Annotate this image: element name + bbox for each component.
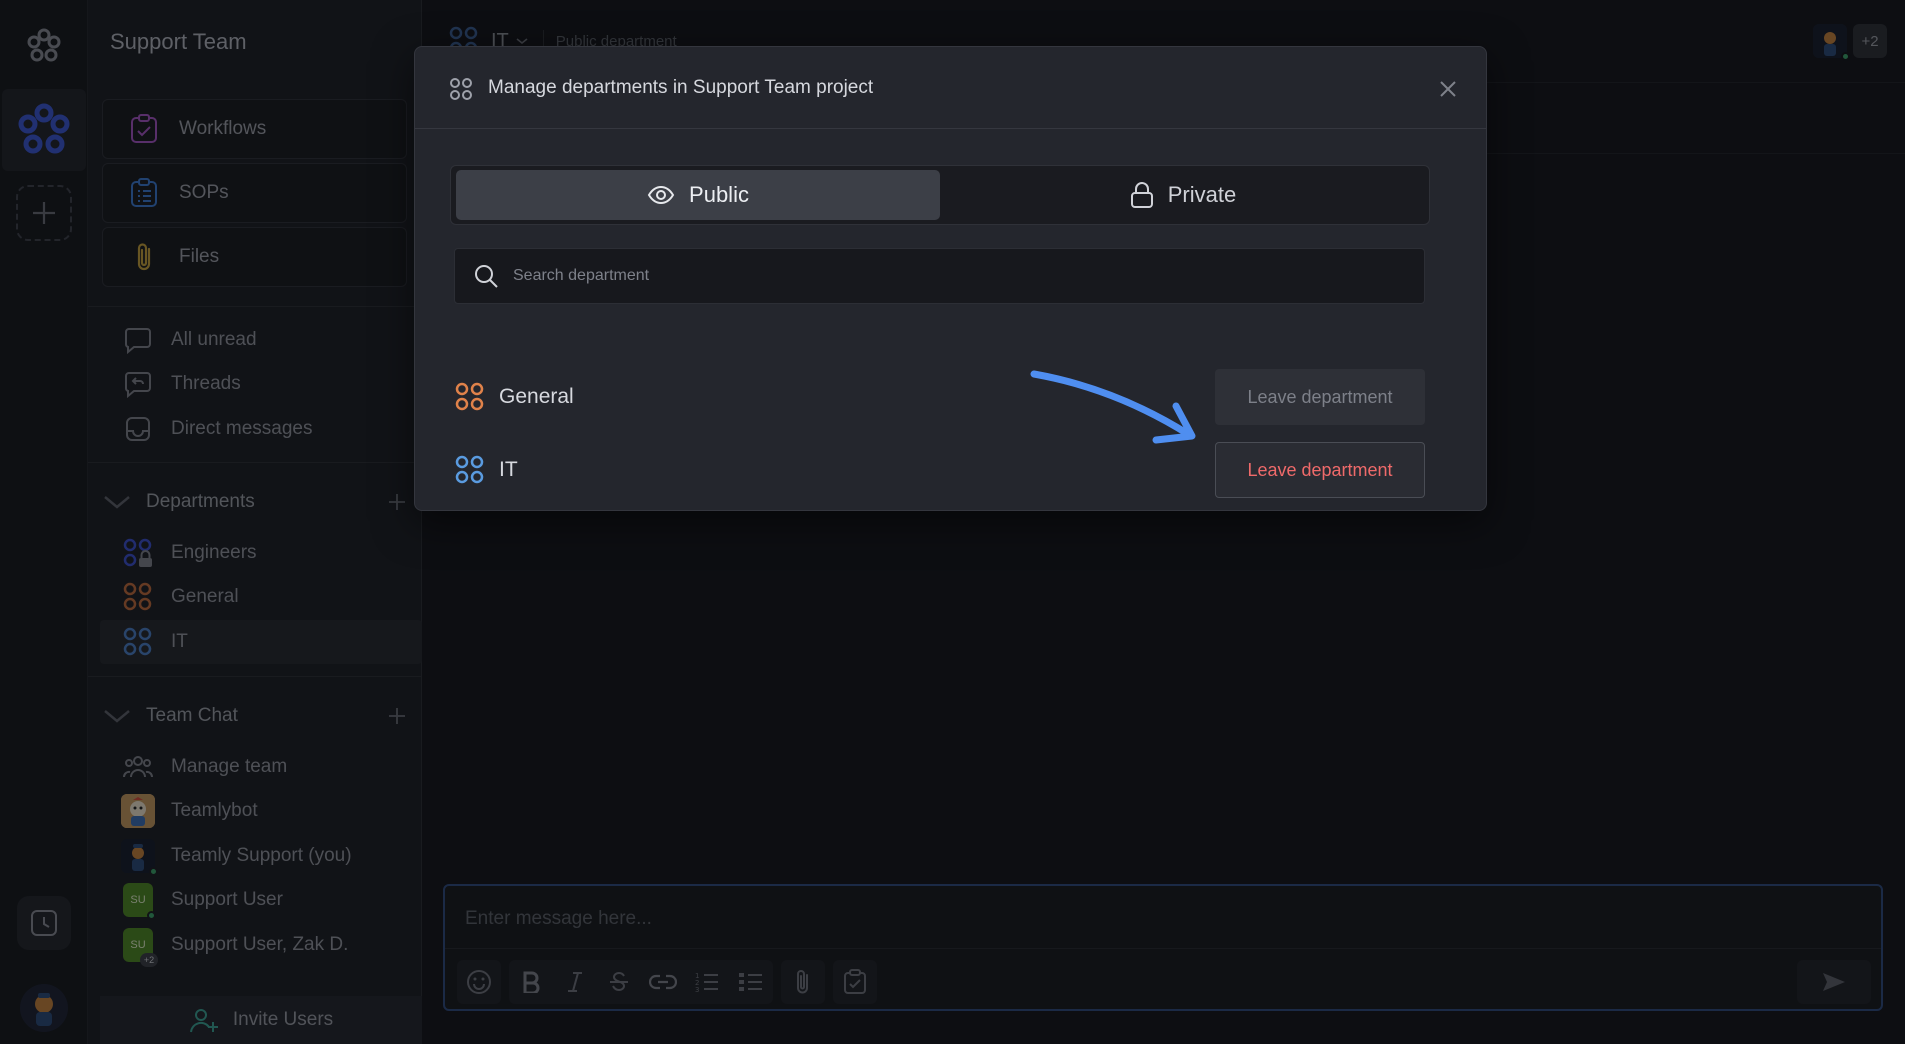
department-row-general: General Leave department	[455, 367, 1430, 427]
department-icon	[455, 382, 484, 411]
visibility-tabs: Public Private	[450, 165, 1430, 225]
search-icon	[473, 263, 499, 289]
tab-public[interactable]: Public	[456, 170, 940, 220]
eye-icon	[647, 185, 675, 205]
annotation-arrow-icon	[1030, 370, 1196, 444]
department-grid-icon	[449, 77, 473, 101]
department-name: IT	[499, 458, 518, 481]
department-icon	[455, 455, 484, 484]
leave-department-button-it[interactable]: Leave department	[1215, 442, 1425, 498]
department-row-it: IT Leave department	[455, 440, 1430, 500]
tab-label: Private	[1167, 182, 1237, 207]
modal-header: Manage departments in Support Team proje…	[415, 47, 1486, 129]
department-search	[454, 248, 1425, 304]
search-department-input[interactable]	[513, 267, 1393, 285]
lock-icon	[1130, 182, 1153, 208]
modal-title: Manage departments in Support Team proje…	[488, 77, 874, 98]
tab-label: Public	[689, 182, 749, 207]
leave-department-button-general[interactable]: Leave department	[1215, 369, 1425, 425]
tab-private[interactable]: Private	[941, 170, 1425, 220]
close-modal-button[interactable]	[1436, 77, 1460, 101]
close-icon	[1440, 81, 1456, 97]
manage-departments-modal: Manage departments in Support Team proje…	[414, 46, 1487, 511]
